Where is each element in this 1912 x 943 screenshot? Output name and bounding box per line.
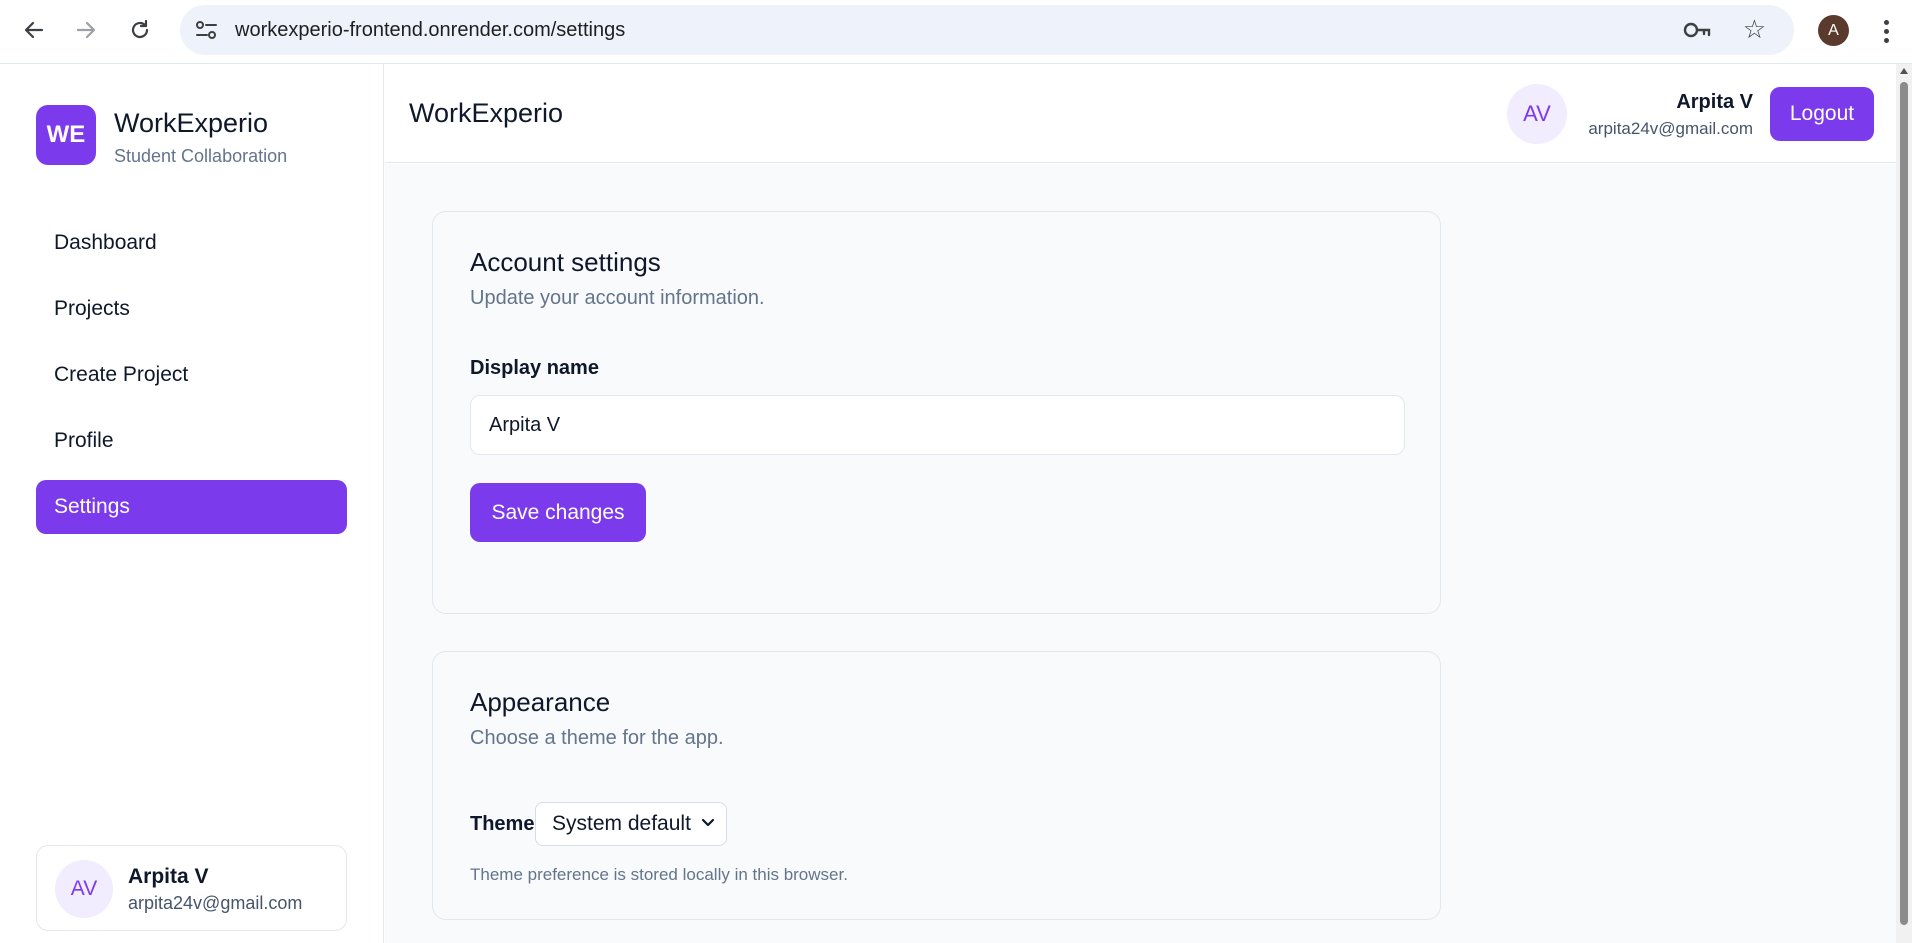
- bookmark-star-icon[interactable]: ☆: [1743, 14, 1766, 45]
- scroll-thumb[interactable]: [1900, 82, 1908, 925]
- sidebar-item-projects[interactable]: Projects: [36, 282, 347, 336]
- sidebar-item-dashboard[interactable]: Dashboard: [36, 216, 347, 270]
- user-name: Arpita V: [128, 865, 209, 888]
- address-bar[interactable]: workexperio-frontend.onrender.com/settin…: [180, 5, 1794, 55]
- header-user-name: Arpita V: [1676, 91, 1753, 113]
- logo: WE: [36, 105, 96, 165]
- browser-menu-icon[interactable]: [1876, 14, 1896, 48]
- browser-profile-avatar[interactable]: A: [1818, 15, 1849, 46]
- avatar: AV: [55, 860, 113, 918]
- sidebar-item-profile[interactable]: Profile: [36, 414, 347, 468]
- site-settings-icon[interactable]: [194, 18, 220, 42]
- appearance-card: Appearance Choose a theme for the app. T…: [432, 651, 1441, 920]
- save-changes-button[interactable]: Save changes: [470, 483, 646, 542]
- user-email: arpita24v@gmail.com: [128, 893, 303, 913]
- sidebar-user-card[interactable]: AV Arpita V arpita24v@gmail.com: [36, 845, 347, 931]
- brand-tagline: Student Collaboration: [114, 146, 288, 166]
- sidebar-item-settings[interactable]: Settings: [36, 480, 347, 534]
- appearance-title: Appearance: [470, 687, 611, 717]
- url-text[interactable]: workexperio-frontend.onrender.com/settin…: [235, 19, 625, 42]
- theme-select[interactable]: System default: [535, 802, 727, 846]
- brand-name: WorkExperio: [114, 108, 269, 138]
- account-settings-card: Account settings Update your account inf…: [432, 211, 1441, 614]
- avatar[interactable]: AV: [1507, 84, 1567, 144]
- sidebar-nav: Dashboard Projects Create Project Profil…: [36, 216, 347, 546]
- theme-select-value: System default: [552, 812, 691, 835]
- logout-button[interactable]: Logout: [1770, 87, 1874, 141]
- app-header: WorkExperio AV Arpita V arpita24v@gmail.…: [385, 64, 1896, 163]
- chevron-down-icon: [701, 818, 715, 827]
- sidebar-item-create-project[interactable]: Create Project: [36, 348, 347, 402]
- account-settings-subtitle: Update your account information.: [470, 287, 765, 309]
- back-icon[interactable]: [14, 13, 54, 47]
- key-icon[interactable]: [1682, 17, 1712, 43]
- main-content: Account settings Update your account inf…: [385, 164, 1896, 943]
- browser-toolbar: workexperio-frontend.onrender.com/settin…: [0, 0, 1912, 64]
- scroll-up-icon[interactable]: [1900, 68, 1908, 74]
- sidebar: WE WorkExperio Student Collaboration Das…: [0, 64, 384, 943]
- forward-icon[interactable]: [66, 13, 106, 47]
- header-user-email: arpita24v@gmail.com: [1588, 119, 1753, 138]
- reload-icon[interactable]: [120, 13, 160, 47]
- page-title: WorkExperio: [409, 98, 564, 128]
- page-scrollbar[interactable]: [1896, 64, 1912, 943]
- account-settings-title: Account settings: [470, 247, 661, 277]
- appearance-subtitle: Choose a theme for the app.: [470, 727, 724, 749]
- theme-hint: Theme preference is stored locally in th…: [470, 865, 848, 884]
- theme-label: Theme: [470, 813, 535, 835]
- display-name-label: Display name: [470, 357, 599, 379]
- display-name-input[interactable]: [470, 395, 1405, 455]
